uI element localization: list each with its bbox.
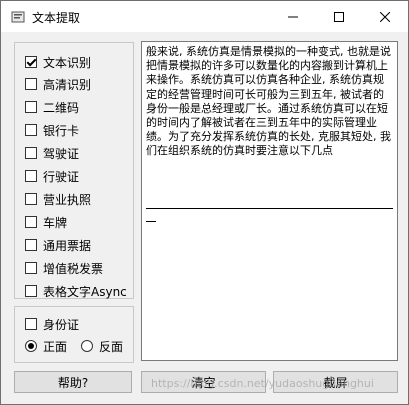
radio-front-button[interactable] [25,340,37,352]
maximize-button[interactable] [316,1,362,32]
close-button[interactable] [362,1,408,32]
radio-back[interactable]: 反面 [81,338,123,354]
radio-back-label: 反面 [99,339,124,354]
option-label: 行驶证 [43,169,80,184]
option-checkbox-0[interactable] [25,56,37,68]
app-icon [11,10,25,24]
option-label: 车牌 [43,215,68,230]
radio-back-button[interactable] [81,340,93,352]
option-label: 驾驶证 [43,146,80,161]
option-idcard[interactable]: 身份证 [25,316,79,332]
option-label: 表格文字Async [43,284,127,299]
option-checkbox-8[interactable] [25,239,37,251]
option-label: 通用票据 [43,238,92,253]
option-label: 文本识别 [43,55,92,70]
maximize-icon [334,11,344,22]
options-panel: 文本识别 高清识别 二维码 银行卡 驾驶证 行驶证 营业执照 车牌 通用票据 增… [14,42,134,299]
option-checkbox-7[interactable] [25,216,37,228]
option-checkbox-1[interactable] [25,78,37,90]
option-license-plate[interactable]: 车牌 [25,214,67,230]
screenshot-button[interactable]: 截屏 [273,371,398,393]
minimize-icon [288,16,298,17]
minimize-button[interactable] [270,1,316,32]
option-checkbox-10[interactable] [25,285,37,297]
app-window: 文本提取 文本识别 高清识别 二维码 银行卡 驾驶证 行驶证 营业执照 车牌 通… [0,0,409,405]
idcard-checkbox[interactable] [25,318,37,330]
option-label: 增值税发票 [43,261,104,276]
radio-front[interactable]: 正面 [25,338,67,354]
radio-front-label: 正面 [43,339,68,354]
option-table-async[interactable]: 表格文字Async [25,283,127,299]
idcard-label: 身份证 [43,317,80,332]
clear-button[interactable]: 清空 [141,371,266,393]
result-text: 般来说, 系统仿真是情景模拟的一种变式, 也就是说把情景模拟的许多可以数量化的内… [146,45,391,158]
title-bar[interactable]: 文本提取 [1,1,408,32]
text-separator [146,208,393,209]
option-vehicle-license[interactable]: 行驶证 [25,168,79,184]
option-hd-recognition[interactable]: 高清识别 [25,76,91,92]
option-checkbox-4[interactable] [25,147,37,159]
option-checkbox-6[interactable] [25,193,37,205]
option-text-recognition[interactable]: 文本识别 [25,54,91,70]
text-cursor [146,221,156,222]
option-qrcode[interactable]: 二维码 [25,99,79,115]
option-checkbox-2[interactable] [25,101,37,113]
help-button[interactable]: 帮助? [14,371,132,393]
window-title: 文本提取 [32,11,81,25]
option-label: 高清识别 [43,77,92,92]
close-icon [380,11,390,22]
option-vat-invoice[interactable]: 增值税发票 [25,260,103,276]
option-checkbox-9[interactable] [25,262,37,274]
option-label: 银行卡 [43,123,80,138]
option-general-receipt[interactable]: 通用票据 [25,237,91,253]
idcard-panel: 身份证 正面 反面 [14,306,134,363]
option-label: 二维码 [43,100,80,115]
result-textarea[interactable]: 般来说, 系统仿真是情景模拟的一种变式, 也就是说把情景模拟的许多可以数量化的内… [141,41,398,361]
option-business-license[interactable]: 营业执照 [25,191,91,207]
option-checkbox-5[interactable] [25,170,37,182]
option-bank-card[interactable]: 银行卡 [25,122,79,138]
option-label: 营业执照 [43,192,92,207]
option-driver-license[interactable]: 驾驶证 [25,145,79,161]
option-checkbox-3[interactable] [25,124,37,136]
